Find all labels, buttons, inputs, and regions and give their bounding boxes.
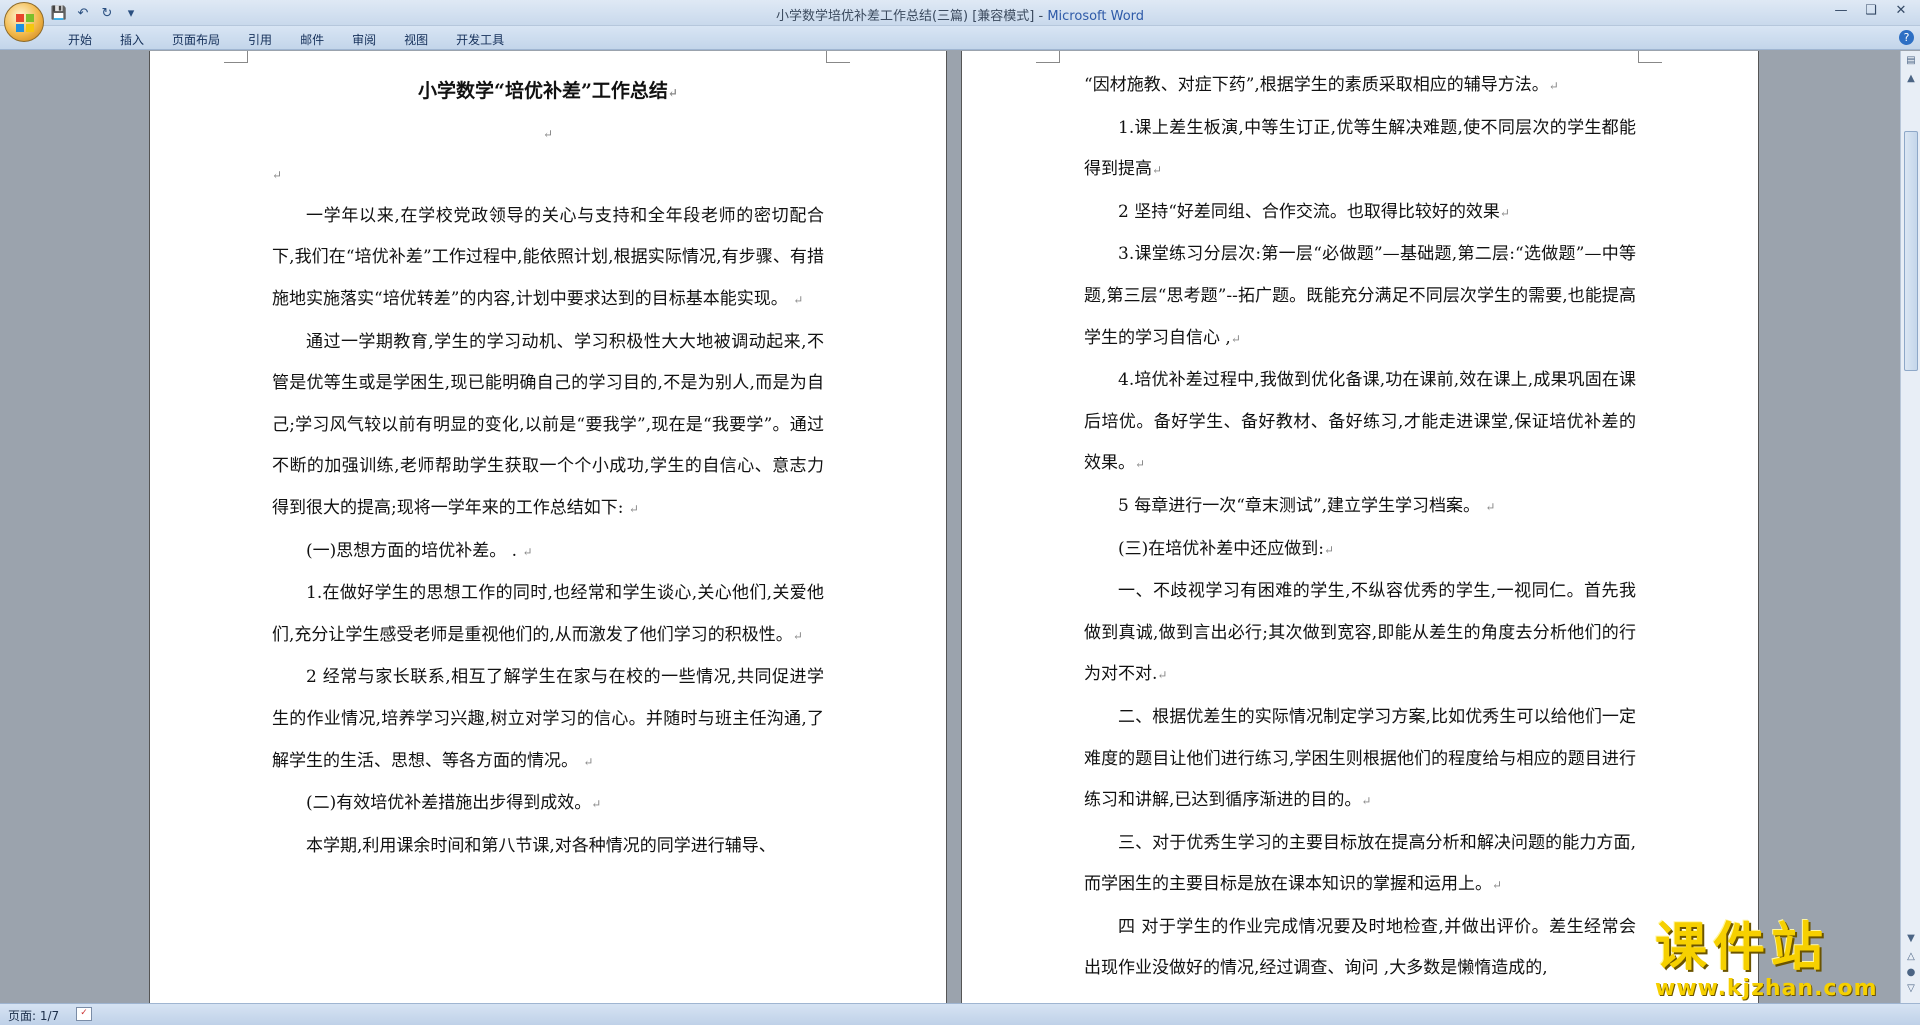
paragraph: 本学期,利用课余时间和第八节课,对各种情况的同学进行辅导、 [306,835,776,856]
doc-title: 小学数学“培优补差”工作总结↵ [418,80,678,102]
restore-icon[interactable]: ❑ [1856,0,1886,20]
paragraph: 四 对于学生的作业完成情况要及时地检查,并做出评价。差生经常会出现作业没做好的情… [1084,916,1636,979]
ribbon-tabs: 开始 插入 页面布局 引用 邮件 审阅 视图 开发工具 [54,29,518,50]
margin-corner [826,51,850,63]
paragraph: 一、不歧视学习有困难的学生,不纵容优秀的学生,一视同仁。首先我做到真诚,做到言出… [1084,581,1636,685]
paragraph: 一学年以来,在学校党政领导的关心与支持和全年段老师的密切配合下,我们在“培优补差… [272,205,824,309]
paragraph: (二)有效培优补差措施出步得到成效。↵ [306,793,602,814]
paragraph: 2 经常与家长联系,相互了解学生在家与在校的一些情况,共同促进学生的作业情况,培… [272,667,824,771]
paragraph: 4.培优补差过程中,我做到优化备课,功在课前,效在课上,成果巩固在课后培优。备好… [1084,370,1636,474]
margin-corner [1638,51,1662,63]
tab-references[interactable]: 引用 [234,29,286,50]
office-logo-icon [16,14,34,32]
ruler-toggle-icon[interactable]: ▤ [1903,53,1919,69]
tab-mailings[interactable]: 邮件 [286,29,338,50]
paragraph: 3.课堂练习分层次:第一层“必做题”—基础题,第二层:“选做题”—中等题,第三层… [1084,244,1636,348]
proofing-icon[interactable]: ✓ [76,1007,92,1021]
window-title: 小学数学培优补差工作总结(三篇) [兼容模式] - Microsoft Word [775,9,1145,24]
previous-page-icon[interactable]: △ [1903,949,1919,965]
title-bar: 💾 ↶ ↻ ▾ 小学数学培优补差工作总结(三篇) [兼容模式] - Micros… [0,0,1920,26]
office-button[interactable] [4,2,44,42]
paragraph: “因材施教、对症下药”,根据学生的素质采取相应的辅导方法。↵ [1084,75,1559,95]
ribbon: 开始 插入 页面布局 引用 邮件 审阅 视图 开发工具 ? [0,26,1920,50]
paragraph: 三、对于优秀生学习的主要目标放在提高分析和解决问题的能力方面,而学困生的主要目标… [1084,832,1636,895]
tab-insert[interactable]: 插入 [106,29,158,50]
tab-home[interactable]: 开始 [54,29,106,50]
document-area: 小学数学“培优补差”工作总结↵ ↵ ↵ 一学年以来,在学校党政领导的关心与支持和… [0,51,1900,1003]
scrollbar-thumb[interactable] [1904,131,1918,371]
close-icon[interactable]: ✕ [1886,0,1916,20]
app-name: Microsoft Word [1047,9,1145,24]
vertical-scrollbar[interactable]: ▤ ▲ ▼ △ ● ▽ [1900,51,1920,1003]
paragraph: 5 每章进行一次“章末测试”,建立学生学习档案。 ↵ [1118,495,1496,516]
browse-object-icon[interactable]: ● [1903,965,1919,981]
watermark-text: 课件站 [1655,918,1830,978]
empty-paragraph: ↵ [542,126,554,141]
paragraph: 1.在做好学生的思想工作的同时,也经常和学生谈心,关心他们,关爱他们,充分让学生… [272,583,824,645]
margin-corner [1036,51,1060,63]
paragraph: 2 坚持“好差同组、合作交流。也取得比较好的效果↵ [1118,201,1510,222]
next-page-icon[interactable]: ▽ [1903,981,1919,997]
paragraph: (三)在培优补差中还应做到:↵ [1118,538,1335,559]
watermark-url: www.kjzhan.com [1655,976,1878,1001]
tab-page-layout[interactable]: 页面布局 [158,29,234,50]
watermark: 课件站 www.kjzhan.com [1655,920,1895,1002]
document-page-right[interactable]: “因材施教、对症下药”,根据学生的素质采取相应的辅导方法。↵ 1.课上差生板演,… [962,51,1758,1003]
page-count[interactable]: 页面: 1/7 [8,1007,59,1024]
minimize-icon[interactable]: — [1826,0,1856,20]
tab-review[interactable]: 审阅 [338,29,390,50]
status-bar: 页面: 1/7 ✓ [0,1003,1920,1025]
empty-paragraph: ↵ [272,168,283,183]
help-icon[interactable]: ? [1899,30,1914,45]
tab-view[interactable]: 视图 [390,29,442,50]
margin-corner [224,51,248,63]
document-title: 小学数学培优补差工作总结(三篇) [兼容模式] [775,9,1035,24]
paragraph: 1.课上差生板演,中等生订正,优等生解决难题,使不同层次的学生都能得到提高↵ [1084,117,1636,180]
scroll-up-icon[interactable]: ▲ [1903,71,1919,87]
paragraph: 二、根据优差生的实际情况制定学习方案,比如优秀生可以给他们一定难度的题目让他们进… [1084,706,1636,811]
scroll-down-icon[interactable]: ▼ [1903,931,1919,947]
page-content[interactable]: “因材施教、对症下药”,根据学生的素质采取相应的辅导方法。↵ 1.课上差生板演,… [1084,65,1636,990]
window-controls: — ❑ ✕ [1826,0,1916,20]
paragraph: (一)思想方面的培优补差。 . ↵ [306,540,533,561]
tab-developer[interactable]: 开发工具 [442,29,518,50]
page-content[interactable]: 小学数学“培优补差”工作总结↵ ↵ ↵ 一学年以来,在学校党政领导的关心与支持和… [272,71,824,867]
paragraph: 通过一学期教育,学生的学习动机、学习积极性大大地被调动起来,不管是优等生或是学困… [272,331,824,518]
document-page-left[interactable]: 小学数学“培优补差”工作总结↵ ↵ ↵ 一学年以来,在学校党政领导的关心与支持和… [150,51,946,1003]
